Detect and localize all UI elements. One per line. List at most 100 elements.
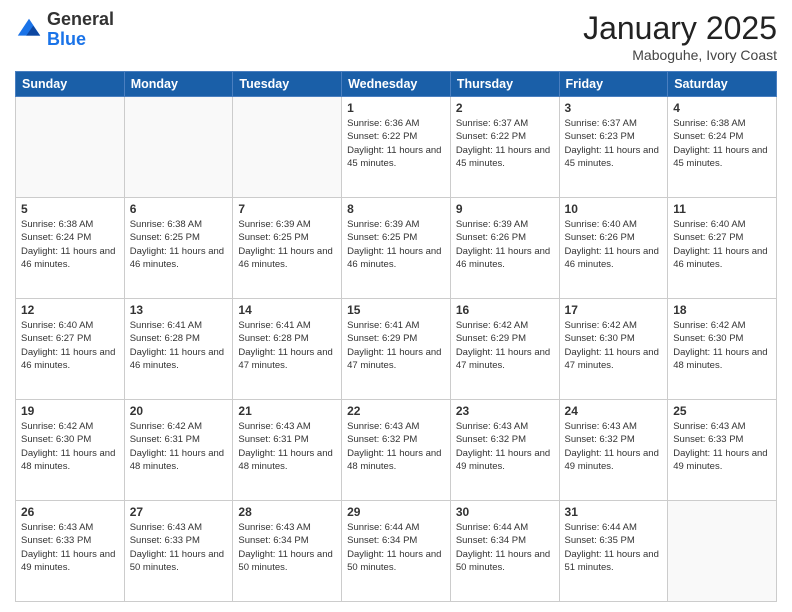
day-number: 31 [565,505,663,519]
day-number: 12 [21,303,119,317]
day-info: Sunrise: 6:39 AM Sunset: 6:25 PM Dayligh… [347,218,445,271]
day-number: 29 [347,505,445,519]
header-day-sunday: Sunday [16,72,125,97]
day-cell: 3Sunrise: 6:37 AM Sunset: 6:23 PM Daylig… [559,97,668,198]
week-row-4: 26 Sunrise: 6:43 AM Sunset: 6:33 PM Dayli… [16,501,777,602]
day-info: Sunrise: 6:44 AM Sunset: 6:34 PM Dayligh… [347,521,445,574]
day-cell: 21Sunrise: 6:43 AM Sunset: 6:31 PM Dayli… [233,400,342,501]
day-cell: 26 Sunrise: 6:43 AM Sunset: 6:33 PM Dayli… [16,501,125,602]
day-number: 16 [456,303,554,317]
day-info: Sunrise: 6:39 AM Sunset: 6:25 PM Dayligh… [238,218,336,271]
day-number: 3 [565,101,663,115]
day-cell: 22 Sunrise: 6:43 AM Sunset: 6:32 PM Dayli… [342,400,451,501]
day-number: 5 [21,202,119,216]
day-number: 19 [21,404,119,418]
day-cell: 4 Sunrise: 6:38 AM Sunset: 6:24 PM Daylig… [668,97,777,198]
day-info: Sunrise: 6:43 AM Sunset: 6:32 PM Dayligh… [347,420,445,473]
day-info: Sunrise: 6:42 AM Sunset: 6:30 PM Dayligh… [21,420,119,473]
day-cell: 1Sunrise: 6:36 AM Sunset: 6:22 PM Daylig… [342,97,451,198]
day-info: Sunrise: 6:43 AM Sunset: 6:31 PM Dayligh… [238,420,336,473]
header-day-thursday: Thursday [450,72,559,97]
day-cell: 23 Sunrise: 6:43 AM Sunset: 6:32 PM Dayli… [450,400,559,501]
day-number: 28 [238,505,336,519]
day-cell: 19 Sunrise: 6:42 AM Sunset: 6:30 PM Dayli… [16,400,125,501]
day-info: Sunrise: 6:38 AM Sunset: 6:24 PM Dayligh… [673,117,771,170]
day-number: 30 [456,505,554,519]
calendar-table: SundayMondayTuesdayWednesdayThursdayFrid… [15,71,777,602]
day-info: Sunrise: 6:42 AM Sunset: 6:31 PM Dayligh… [130,420,228,473]
day-number: 22 [347,404,445,418]
day-cell: 14 Sunrise: 6:41 AM Sunset: 6:28 PM Dayli… [233,299,342,400]
day-cell: 9Sunrise: 6:39 AM Sunset: 6:26 PM Daylig… [450,198,559,299]
header-day-wednesday: Wednesday [342,72,451,97]
day-number: 26 [21,505,119,519]
day-number: 23 [456,404,554,418]
day-cell [16,97,125,198]
header-day-monday: Monday [124,72,233,97]
title-block: January 2025 Maboguhe, Ivory Coast [583,10,777,63]
week-row-0: 1Sunrise: 6:36 AM Sunset: 6:22 PM Daylig… [16,97,777,198]
header-day-saturday: Saturday [668,72,777,97]
logo: General Blue [15,10,114,50]
logo-icon [15,16,43,44]
day-cell [668,501,777,602]
day-cell: 28 Sunrise: 6:43 AM Sunset: 6:34 PM Dayli… [233,501,342,602]
header-row: SundayMondayTuesdayWednesdayThursdayFrid… [16,72,777,97]
day-cell: 17Sunrise: 6:42 AM Sunset: 6:30 PM Dayli… [559,299,668,400]
day-cell: 18 Sunrise: 6:42 AM Sunset: 6:30 PM Dayli… [668,299,777,400]
day-number: 4 [673,101,771,115]
day-number: 1 [347,101,445,115]
day-cell: 11 Sunrise: 6:40 AM Sunset: 6:27 PM Dayli… [668,198,777,299]
page: General Blue January 2025 Maboguhe, Ivor… [0,0,792,612]
day-info: Sunrise: 6:42 AM Sunset: 6:29 PM Dayligh… [456,319,554,372]
day-number: 7 [238,202,336,216]
day-info: Sunrise: 6:43 AM Sunset: 6:32 PM Dayligh… [565,420,663,473]
day-cell: 25 Sunrise: 6:43 AM Sunset: 6:33 PM Dayli… [668,400,777,501]
day-cell [233,97,342,198]
day-number: 25 [673,404,771,418]
week-row-2: 12 Sunrise: 6:40 AM Sunset: 6:27 PM Dayli… [16,299,777,400]
day-number: 27 [130,505,228,519]
day-info: Sunrise: 6:43 AM Sunset: 6:33 PM Dayligh… [21,521,119,574]
day-cell: 8 Sunrise: 6:39 AM Sunset: 6:25 PM Daylig… [342,198,451,299]
day-number: 24 [565,404,663,418]
day-info: Sunrise: 6:40 AM Sunset: 6:26 PM Dayligh… [565,218,663,271]
day-info: Sunrise: 6:43 AM Sunset: 6:34 PM Dayligh… [238,521,336,574]
day-cell: 12 Sunrise: 6:40 AM Sunset: 6:27 PM Dayli… [16,299,125,400]
day-cell: 31 Sunrise: 6:44 AM Sunset: 6:35 PM Dayli… [559,501,668,602]
day-number: 20 [130,404,228,418]
day-number: 18 [673,303,771,317]
day-cell: 6 Sunrise: 6:38 AM Sunset: 6:25 PM Daylig… [124,198,233,299]
day-number: 9 [456,202,554,216]
day-info: Sunrise: 6:43 AM Sunset: 6:33 PM Dayligh… [673,420,771,473]
day-info: Sunrise: 6:40 AM Sunset: 6:27 PM Dayligh… [21,319,119,372]
day-info: Sunrise: 6:43 AM Sunset: 6:32 PM Dayligh… [456,420,554,473]
day-number: 14 [238,303,336,317]
week-row-3: 19 Sunrise: 6:42 AM Sunset: 6:30 PM Dayli… [16,400,777,501]
day-cell: 27Sunrise: 6:43 AM Sunset: 6:33 PM Dayli… [124,501,233,602]
day-info: Sunrise: 6:37 AM Sunset: 6:22 PM Dayligh… [456,117,554,170]
day-cell: 20 Sunrise: 6:42 AM Sunset: 6:31 PM Dayli… [124,400,233,501]
day-info: Sunrise: 6:42 AM Sunset: 6:30 PM Dayligh… [673,319,771,372]
calendar-subtitle: Maboguhe, Ivory Coast [583,47,777,63]
week-row-1: 5Sunrise: 6:38 AM Sunset: 6:24 PM Daylig… [16,198,777,299]
day-number: 8 [347,202,445,216]
day-info: Sunrise: 6:41 AM Sunset: 6:28 PM Dayligh… [130,319,228,372]
day-info: Sunrise: 6:44 AM Sunset: 6:34 PM Dayligh… [456,521,554,574]
calendar-title: January 2025 [583,10,777,47]
day-number: 11 [673,202,771,216]
day-number: 2 [456,101,554,115]
day-number: 10 [565,202,663,216]
day-cell: 10 Sunrise: 6:40 AM Sunset: 6:26 PM Dayli… [559,198,668,299]
logo-blue: Blue [47,29,86,49]
day-number: 15 [347,303,445,317]
day-info: Sunrise: 6:44 AM Sunset: 6:35 PM Dayligh… [565,521,663,574]
day-info: Sunrise: 6:42 AM Sunset: 6:30 PM Dayligh… [565,319,663,372]
day-number: 6 [130,202,228,216]
day-cell: 15Sunrise: 6:41 AM Sunset: 6:29 PM Dayli… [342,299,451,400]
day-info: Sunrise: 6:40 AM Sunset: 6:27 PM Dayligh… [673,218,771,271]
header: General Blue January 2025 Maboguhe, Ivor… [15,10,777,63]
day-info: Sunrise: 6:41 AM Sunset: 6:28 PM Dayligh… [238,319,336,372]
day-info: Sunrise: 6:38 AM Sunset: 6:25 PM Dayligh… [130,218,228,271]
day-cell: 5Sunrise: 6:38 AM Sunset: 6:24 PM Daylig… [16,198,125,299]
